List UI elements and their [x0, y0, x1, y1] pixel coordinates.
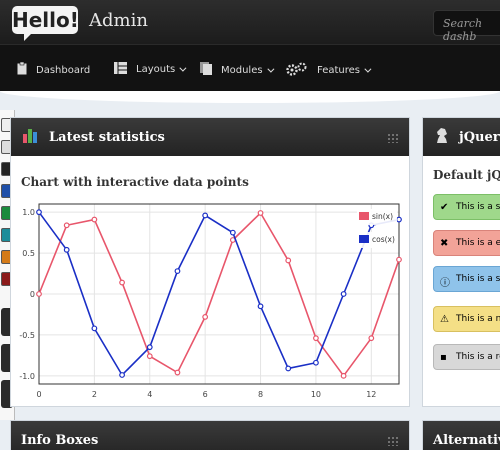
alternative-widget-header: Alternative w: [423, 421, 500, 450]
line-chart[interactable]: Chart with interactive data points 0 2 4 6 8 1…: [11, 156, 409, 406]
data-point: [174, 268, 181, 274]
data-point: [119, 279, 125, 286]
legend-label: sin(x): [372, 212, 393, 221]
alert-text: This is a sy: [456, 274, 500, 284]
drag-handle-icon[interactable]: [387, 133, 399, 143]
data-point: [119, 372, 125, 378]
data-point: [285, 365, 292, 372]
nav-item-dashboard[interactable]: Dashboard: [17, 61, 91, 78]
data-point: [36, 209, 42, 216]
main-nav: Dashboard Layouts Modules Features: [0, 44, 500, 91]
chevron-down-icon: [179, 64, 187, 72]
alert-error[interactable]: ✖ This is a er: [433, 230, 500, 256]
data-point: [396, 256, 402, 263]
infoboxes-widget: Info Boxes: [10, 420, 410, 450]
data-point: [63, 246, 70, 253]
infoboxes-widget-header: Info Boxes: [11, 421, 409, 450]
nav-label: Dashboard: [36, 64, 91, 76]
check-icon: ✔: [440, 202, 449, 213]
jquery-widget-header: jQuery: [423, 118, 500, 156]
alternative-widget-title: Alternative w: [433, 432, 500, 448]
gears-icon: [286, 62, 308, 79]
data-point: [313, 359, 319, 366]
data-point: [202, 314, 209, 320]
x-tick-label: 12: [366, 390, 376, 399]
x-icon: ✖: [440, 238, 449, 249]
data-point: [313, 335, 319, 342]
nav-item-features[interactable]: Features: [286, 62, 372, 79]
legend-swatch: [359, 235, 369, 243]
x-tick-label: 0: [36, 390, 41, 399]
y-tick-label: -1.0: [19, 372, 35, 381]
jquery-widget: jQuery Default jQu ✔ This is a su ✖ This…: [422, 117, 500, 407]
nav-label: Features: [317, 65, 360, 76]
jquery-widget-title: jQuery: [459, 129, 500, 145]
alert-success[interactable]: ✔ This is a su: [433, 194, 500, 220]
data-point: [146, 344, 153, 351]
y-tick-label: 0: [30, 290, 35, 299]
x-tick-label: 2: [92, 390, 97, 399]
drag-handle-icon[interactable]: [387, 436, 399, 446]
alert-neutral[interactable]: ▪ This is a re: [433, 344, 500, 370]
stats-widget-title: Latest statistics: [49, 129, 165, 145]
info-icon: ⓘ: [440, 278, 450, 289]
x-tick-label: 4: [147, 390, 152, 399]
jquery-subtitle: Default jQu: [433, 168, 500, 182]
data-point: [146, 353, 153, 360]
alert-text: This is a re: [456, 352, 500, 362]
alternative-widget: Alternative w: [422, 420, 500, 450]
search-input[interactable]: Search dashb: [433, 10, 500, 43]
alert-text: This is a su: [456, 202, 500, 212]
data-point: [63, 222, 70, 229]
header-curve: [0, 91, 500, 103]
data-point: [174, 369, 181, 376]
y-tick-label: 1.0: [22, 208, 35, 217]
data-point: [340, 372, 347, 379]
layout-icon: [114, 62, 127, 77]
infoboxes-widget-title: Info Boxes: [21, 432, 99, 448]
data-point: [36, 291, 42, 297]
data-point: [368, 335, 375, 342]
app-name: Admin: [89, 10, 148, 31]
y-tick-label: -0.5: [19, 331, 35, 340]
clipboard-icon: [17, 61, 27, 78]
warning-icon: ⚠: [440, 314, 449, 325]
data-point: [340, 291, 347, 297]
nav-item-modules[interactable]: Modules: [200, 62, 275, 78]
legend-label: cos(x): [372, 235, 395, 244]
stats-widget-header: Latest statistics: [11, 118, 409, 156]
x-tick-label: 10: [311, 390, 321, 399]
x-tick-label: 6: [203, 390, 208, 399]
data-point: [91, 216, 98, 223]
alert-text: This is a n: [456, 314, 500, 324]
data-point: [396, 216, 402, 223]
bar-chart-icon: [23, 127, 39, 147]
logo[interactable]: Hello!: [12, 6, 79, 41]
data-point: [91, 325, 98, 332]
alert-info[interactable]: ⓘ This is a sy: [433, 266, 500, 292]
chevron-down-icon: [364, 65, 372, 73]
data-point: [285, 257, 292, 264]
data-point: [257, 210, 264, 216]
y-tick-label: 0.5: [22, 249, 35, 258]
data-point: [257, 303, 264, 310]
nav-label: Layouts: [136, 64, 176, 75]
data-point: [202, 212, 209, 219]
pages-icon: [200, 62, 212, 78]
chart-title: Chart with interactive data points: [21, 175, 249, 189]
alert-text: This is a er: [456, 238, 500, 248]
top-bar: Hello! Admin Search dashb: [0, 0, 500, 44]
document-icon: ▪: [440, 352, 447, 363]
chess-knight-icon: [435, 127, 449, 148]
data-point: [229, 229, 236, 236]
alert-notice[interactable]: ⚠ This is a n: [433, 306, 500, 332]
legend-swatch: [359, 212, 369, 220]
x-tick-label: 8: [258, 390, 263, 399]
nav-item-layouts[interactable]: Layouts: [114, 62, 187, 77]
stats-widget: Latest statistics Chart with interactive…: [10, 117, 410, 407]
chevron-down-icon: [266, 65, 275, 73]
nav-label: Modules: [221, 64, 263, 76]
